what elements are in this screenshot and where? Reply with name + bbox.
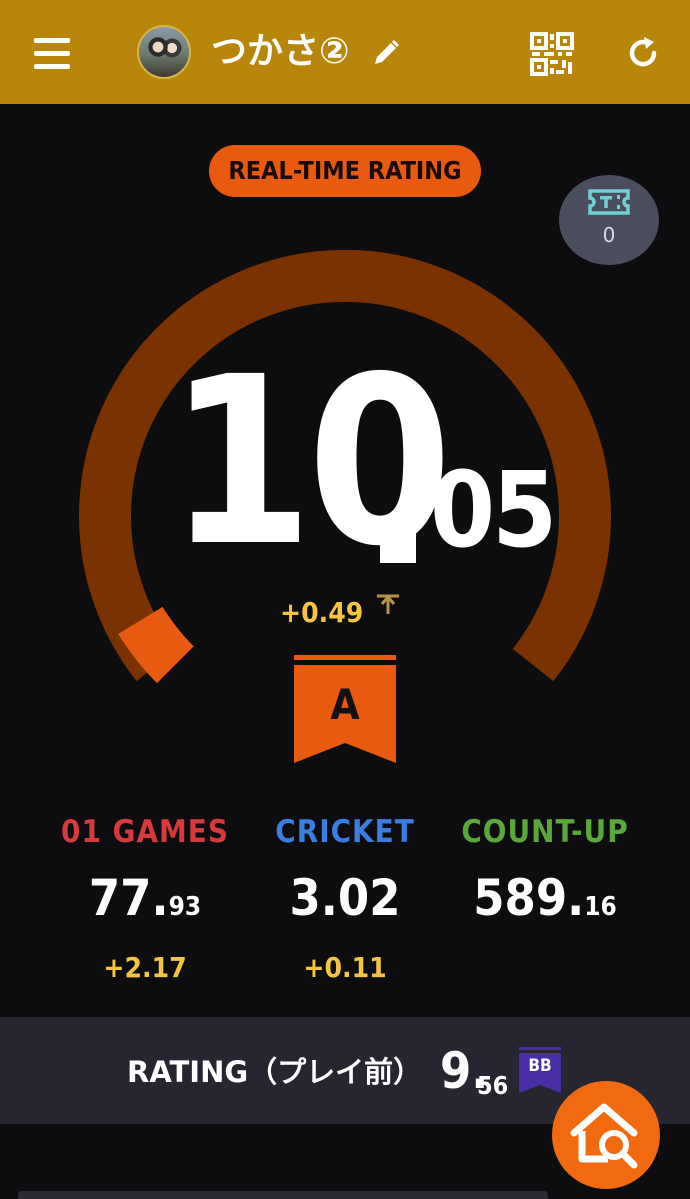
class-letter: A (330, 680, 360, 729)
stat-label: COUNT-UP (461, 814, 629, 850)
bb-class-label: BB (528, 1056, 552, 1076)
stat-count-up[interactable]: COUNT-UP 589.16 (445, 810, 645, 948)
bottom-panel-edge (18, 1191, 548, 1199)
rating-decimal-point (380, 527, 416, 563)
stat-label: CRICKET (275, 814, 415, 850)
home-search-icon (570, 1103, 638, 1169)
previous-rating-label: RATING（プレイ前） (127, 1055, 423, 1089)
realtime-rating-decimal: 05 (430, 449, 557, 571)
stat-value: 77.93 (88, 869, 202, 927)
stat-01-games[interactable]: 01 GAMES 77.93 +2.17 (45, 810, 245, 988)
stat-delta: +0.11 (303, 951, 387, 984)
gauge-fill (118, 606, 195, 684)
stat-value: 3.02 (289, 869, 401, 927)
stat-value: 589.16 (473, 869, 617, 927)
home-search-button[interactable] (552, 1081, 660, 1189)
up-arrow-icon (377, 594, 399, 614)
stat-label: 01 GAMES (61, 814, 229, 850)
previous-rating-decimal: 56 (477, 1071, 509, 1100)
stat-cricket[interactable]: CRICKET 3.02 +0.11 (245, 810, 445, 988)
realtime-rating-delta: +0.49 (280, 596, 364, 629)
stat-delta: +2.17 (103, 951, 187, 984)
